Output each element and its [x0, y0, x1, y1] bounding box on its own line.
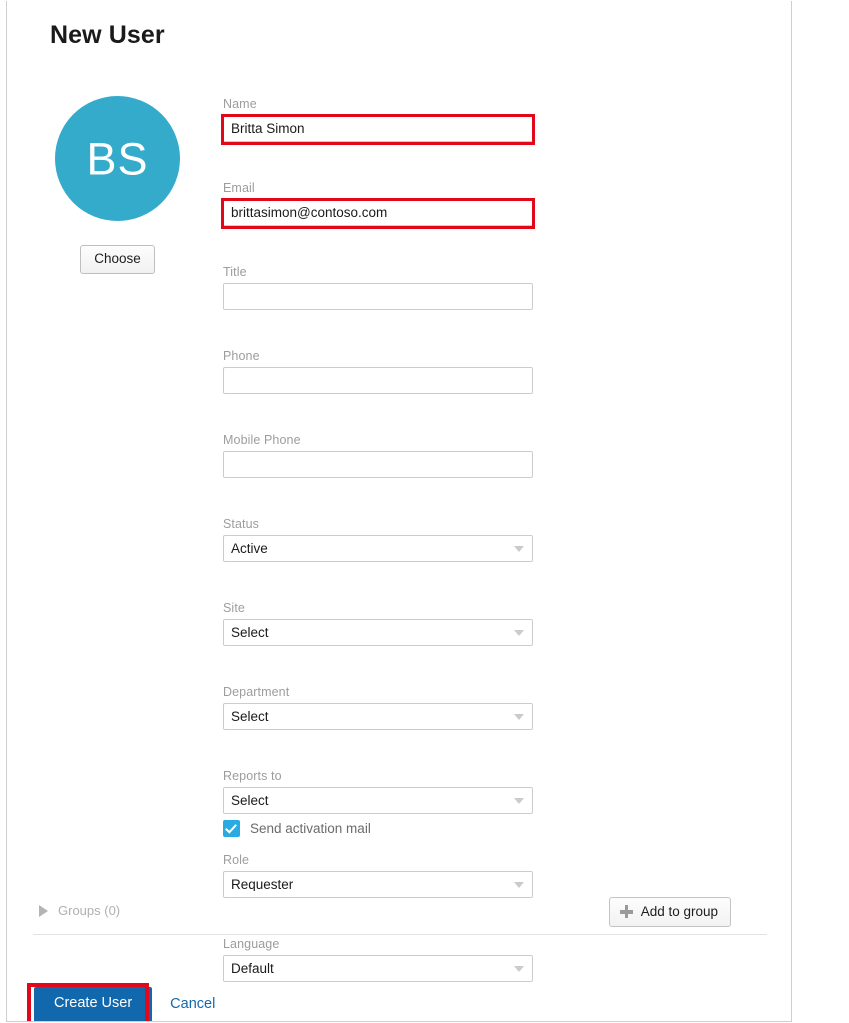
field-department: Department Select	[223, 685, 533, 730]
input-title[interactable]	[223, 283, 533, 310]
new-user-card: New User BS Choose Name Britta Simon Email…	[6, 1, 792, 1022]
field-label: Phone	[223, 349, 260, 363]
field-value: Select	[231, 793, 269, 808]
field-label: Reports to	[223, 769, 282, 783]
field-spacer	[223, 226, 533, 265]
field-value: Requester	[231, 877, 294, 892]
triangle-right-icon	[39, 904, 48, 917]
send-activation-mail-checkbox[interactable]	[223, 820, 240, 837]
field-value: Britta Simon	[231, 121, 305, 136]
field-spacer	[223, 646, 533, 685]
field-spacer	[223, 730, 533, 769]
field-reports-to: Reports to Select	[223, 769, 533, 814]
chevron-down-icon	[514, 797, 524, 804]
field-title: Title	[223, 265, 533, 310]
choose-avatar-button[interactable]: Choose	[80, 245, 155, 275]
field-value: Select	[231, 709, 269, 724]
field-value: Select	[231, 625, 269, 640]
send-activation-mail-label: Send activation mail	[250, 821, 371, 836]
create-user-button[interactable]: Create User	[33, 986, 154, 1021]
groups-section: Groups (0) Add to group	[33, 894, 767, 935]
input-mobile-phone[interactable]	[223, 451, 533, 478]
field-label: Title	[223, 265, 247, 279]
input-name[interactable]: Britta Simon	[223, 115, 533, 142]
field-spacer	[223, 478, 533, 517]
field-spacer	[223, 562, 533, 601]
chevron-down-icon	[514, 965, 524, 972]
select-language[interactable]: Default	[223, 955, 533, 982]
field-language: Language Default	[223, 937, 533, 982]
field-label: Name	[223, 97, 257, 111]
field-label: Mobile Phone	[223, 433, 301, 447]
select-site[interactable]: Select	[223, 619, 533, 646]
field-value: brittasimon@contoso.com	[231, 205, 388, 220]
field-value: Active	[231, 541, 268, 556]
select-status[interactable]: Active	[223, 535, 533, 562]
footer-actions: Create User Cancel	[33, 986, 215, 1021]
chevron-down-icon	[514, 881, 524, 888]
field-label: Email	[223, 181, 255, 195]
select-reports-to[interactable]: Select	[223, 787, 533, 814]
field-mobile-phone: Mobile Phone	[223, 433, 533, 478]
field-spacer	[223, 310, 533, 349]
user-form: Name Britta Simon Email brittasimon@contoso…	[221, 97, 535, 1021]
groups-disclosure-toggle[interactable]: Groups (0)	[39, 903, 120, 918]
field-spacer	[223, 982, 533, 1021]
field-label: Site	[223, 601, 245, 615]
field-label: Department	[223, 685, 290, 699]
field-label: Role	[223, 853, 250, 867]
page-title: New User	[50, 21, 165, 49]
select-department[interactable]: Select	[223, 703, 533, 730]
chevron-down-icon	[514, 629, 524, 636]
field-spacer	[223, 142, 533, 181]
field-status: Status Active	[223, 517, 533, 562]
cancel-link[interactable]: Cancel	[170, 996, 215, 1012]
chevron-down-icon	[514, 545, 524, 552]
field-spacer	[223, 394, 533, 433]
avatar-column: BS Choose	[50, 96, 185, 275]
field-email: Email brittasimon@contoso.com	[221, 181, 535, 229]
input-email[interactable]: brittasimon@contoso.com	[223, 199, 533, 226]
avatar-initials: BS	[86, 133, 149, 184]
add-to-group-label: Add to group	[640, 904, 718, 919]
field-phone: Phone	[223, 349, 533, 394]
add-to-group-button[interactable]: Add to group	[608, 897, 731, 927]
groups-label: Groups (0)	[58, 903, 121, 918]
plus-icon	[619, 905, 633, 918]
field-name: Name Britta Simon	[221, 97, 535, 145]
field-role: Role Requester	[223, 853, 533, 898]
input-phone[interactable]	[223, 367, 533, 394]
chevron-down-icon	[514, 713, 524, 720]
field-label: Status	[223, 517, 260, 531]
avatar[interactable]: BS	[55, 96, 180, 221]
send-activation-mail-row[interactable]: Send activation mail	[223, 820, 371, 837]
field-site: Site Select	[223, 601, 533, 646]
field-value: Default	[231, 961, 274, 976]
field-label: Language	[223, 937, 280, 951]
